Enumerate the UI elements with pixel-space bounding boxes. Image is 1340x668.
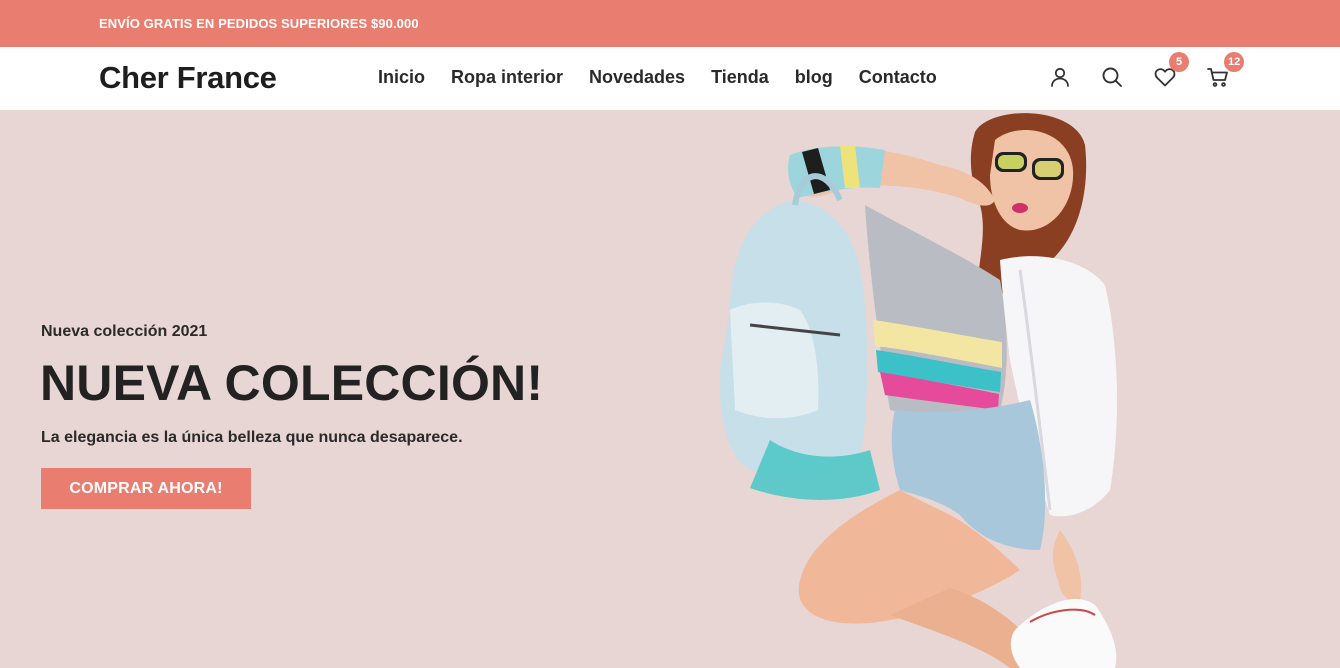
header-icons: 5 12 (1046, 52, 1246, 95)
shop-now-button[interactable]: COMPRAR AHORA! (41, 468, 251, 509)
search-icon (1102, 67, 1122, 87)
nav-item-tienda[interactable]: Tienda (711, 67, 769, 88)
hero-eyebrow: Nueva colección 2021 (41, 323, 208, 340)
user-icon (1051, 67, 1069, 87)
main-nav: Inicio Ropa interior Novedades Tienda bl… (378, 67, 963, 88)
account-button[interactable] (1046, 63, 1074, 91)
site-header: Cher France Inicio Ropa interior Novedad… (0, 47, 1340, 110)
hero-title: NUEVA COLECCIÓN! (40, 355, 544, 411)
hero-banner: Nueva colección 2021 NUEVA COLECCIÓN! La… (0, 110, 1340, 668)
cart-button[interactable]: 12 (1204, 52, 1245, 91)
promo-text: ENVÍO GRATIS EN PEDIDOS SUPERIORES $90.0… (99, 16, 419, 31)
site-logo[interactable]: Cher France (99, 60, 277, 96)
nav-item-contacto[interactable]: Contacto (859, 67, 937, 88)
wishlist-count-badge: 5 (1169, 52, 1189, 72)
hero-model-image (719, 113, 1117, 668)
promo-bar: ENVÍO GRATIS EN PEDIDOS SUPERIORES $90.0… (0, 0, 1340, 47)
wishlist-button[interactable]: 5 (1151, 52, 1189, 91)
cart-count-badge: 12 (1224, 52, 1245, 72)
nav-item-ropa-interior[interactable]: Ropa interior (451, 67, 563, 88)
nav-item-blog[interactable]: blog (795, 67, 833, 88)
search-button[interactable] (1098, 63, 1126, 91)
hero-subtitle: La elegancia es la única belleza que nun… (41, 429, 463, 446)
nav-item-inicio[interactable]: Inicio (378, 67, 425, 88)
nav-item-novedades[interactable]: Novedades (589, 67, 685, 88)
